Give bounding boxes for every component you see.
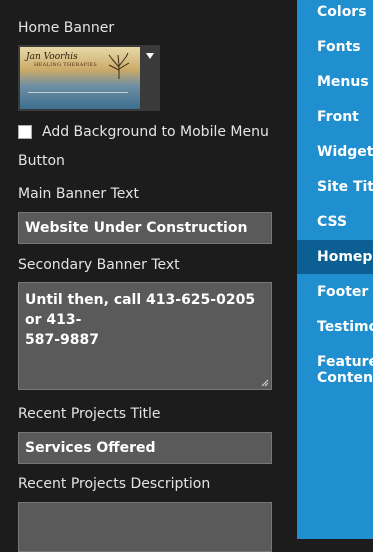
main-banner-text-label: Main Banner Text xyxy=(18,186,139,202)
nav-item-menus[interactable]: Menus xyxy=(317,74,369,90)
nav-item-colors[interactable]: Colors xyxy=(317,4,367,20)
nav-item-site-title[interactable]: Site Title xyxy=(317,179,373,195)
nav-item-css[interactable]: CSS xyxy=(317,214,347,230)
mobile-menu-checkbox-label: Add Background to Mobile Menu xyxy=(42,124,269,140)
home-banner-label: Home Banner xyxy=(18,20,115,36)
secondary-banner-line-2: 587-9887 xyxy=(25,332,99,348)
recent-projects-title-label: Recent Projects Title xyxy=(18,406,161,422)
secondary-banner-text-label: Secondary Banner Text xyxy=(18,257,180,273)
nav-item-widgets[interactable]: Widgets xyxy=(317,144,373,160)
resize-grip-icon[interactable] xyxy=(261,379,269,387)
secondary-banner-textarea[interactable]: Until then, call 413-625-0205 or 413- 58… xyxy=(18,282,272,390)
settings-panel: Home Banner Jan Voorhis HEALING THERAPIE… xyxy=(0,0,297,552)
home-banner-select[interactable]: Jan Voorhis HEALING THERAPIES xyxy=(18,45,160,111)
secondary-banner-line-1: Until then, call 413-625-0205 or 413- xyxy=(25,292,256,328)
nav-item-fonts[interactable]: Fonts xyxy=(317,39,361,55)
nav-item-featured-line2: Content xyxy=(317,370,373,386)
recent-projects-title-input[interactable]: Services Offered xyxy=(18,432,272,464)
recent-projects-description-textarea[interactable] xyxy=(18,502,272,552)
banner-thumbnail: Jan Voorhis HEALING THERAPIES xyxy=(20,47,140,109)
mobile-menu-background-checkbox[interactable] xyxy=(18,125,32,139)
nav-item-featured-line1: Featured xyxy=(317,354,373,370)
nav-item-homepage[interactable]: Homep... xyxy=(317,249,373,265)
nav-item-testimonials[interactable]: Testimo... xyxy=(317,319,373,335)
banner-logo-text: Jan Voorhis xyxy=(26,52,78,62)
nav-item-footer[interactable]: Footer xyxy=(317,284,368,300)
mobile-menu-checkbox-label-cont: Button xyxy=(18,153,65,169)
tree-icon xyxy=(108,52,130,79)
nav-item-featured-content[interactable]: Featured Content xyxy=(317,354,373,386)
recent-projects-description-label: Recent Projects Description xyxy=(18,476,211,492)
banner-tagline-block xyxy=(28,92,128,103)
banner-logo-subtext: HEALING THERAPIES xyxy=(34,62,98,68)
dropdown-caret-icon[interactable] xyxy=(146,53,154,59)
customizer-nav: Colors Fonts Menus Front Widgets Site Ti… xyxy=(297,0,373,539)
nav-item-front[interactable]: Front xyxy=(317,109,359,125)
main-banner-text-input[interactable]: Website Under Construction xyxy=(18,212,272,244)
